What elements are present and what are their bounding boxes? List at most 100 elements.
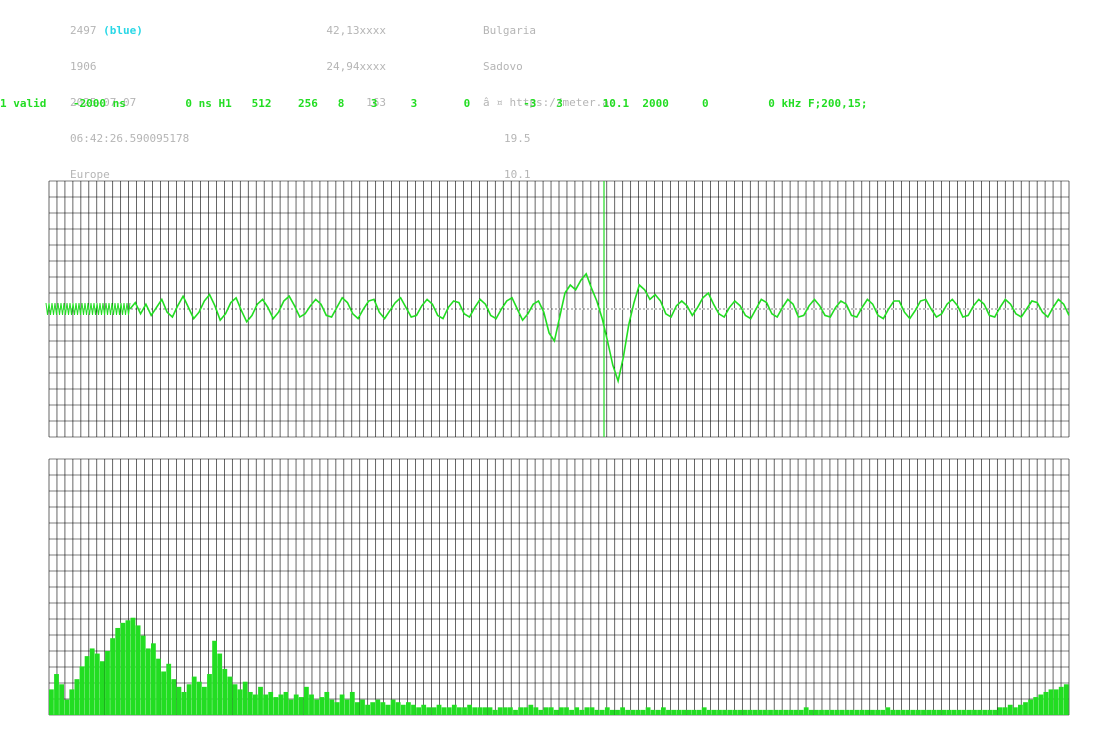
spectrum-bar <box>314 699 319 715</box>
spectrum-bar <box>400 704 406 715</box>
spectrum-bar <box>395 702 401 715</box>
spectrum-bar <box>814 709 819 715</box>
spectrum-bar <box>518 707 523 715</box>
spectrum-bar <box>696 709 702 715</box>
spectrum-bar <box>385 704 391 715</box>
spectrum-bar <box>54 674 59 715</box>
spectrum-bar <box>528 704 534 715</box>
spectrum-bar <box>181 691 187 715</box>
spectrum-bar <box>722 709 727 715</box>
spectrum-bar <box>426 707 432 715</box>
spectrum-bar <box>130 617 136 715</box>
spectrum-bar <box>701 707 707 715</box>
spectrum-bar <box>502 707 508 715</box>
spectrum-bar <box>569 709 574 715</box>
spectrum-bar <box>497 707 503 715</box>
spectrum-bar <box>263 694 268 715</box>
spectrum-bar <box>941 709 947 715</box>
spectrum-bar <box>946 709 952 715</box>
spectrum-bar <box>283 691 289 715</box>
spectrum-bar <box>732 709 738 715</box>
spectrum-bar <box>961 709 967 715</box>
spectrum-bar <box>972 709 977 715</box>
spectrum-bar <box>1007 704 1013 715</box>
spectrum-bar <box>390 699 396 715</box>
spectrum-bar <box>676 709 682 715</box>
spectrum-bar <box>482 707 488 715</box>
spectrum-bar <box>360 699 365 715</box>
spectrum-bar <box>273 697 279 715</box>
spectrum-bar <box>870 709 875 715</box>
spectrum-bar <box>757 709 763 715</box>
spectrum-bar <box>752 709 758 715</box>
spectrum-bar <box>533 707 539 715</box>
spectrum-bar <box>324 691 330 715</box>
spectrum-bar <box>258 686 263 715</box>
spectrum-bar <box>543 707 549 715</box>
spectrum-bar <box>477 707 483 715</box>
spectrum-bar <box>936 709 942 715</box>
spectrum-bar <box>706 709 712 715</box>
spectrum-bar <box>253 694 258 715</box>
spectrum-bar <box>1043 691 1049 715</box>
spectrum-bar <box>625 709 631 715</box>
spectrum-bar <box>610 709 615 715</box>
spectrum-bar <box>492 709 498 715</box>
spectrum-bar <box>1018 704 1023 715</box>
spectrum-bar <box>778 709 784 715</box>
spectrum-bar <box>671 709 676 715</box>
spectrum-bar <box>247 691 253 715</box>
spectrum-bar <box>742 709 748 715</box>
spectrum-bar <box>854 709 860 715</box>
spectrum-bar <box>1053 689 1059 715</box>
spectrum-bar <box>548 707 554 715</box>
spectrum-bar <box>900 709 906 715</box>
spectrum-bar <box>727 709 733 715</box>
spectrum-bar <box>145 648 151 715</box>
spectrum-bar <box>365 704 370 715</box>
spectrum-bar <box>222 668 228 715</box>
spectrum-bar <box>487 707 493 715</box>
spectrum-bar <box>355 702 360 715</box>
spectrum-bar <box>84 656 90 715</box>
spectrum-bar <box>380 702 386 715</box>
spectrum-bar <box>69 689 75 715</box>
spectrum-bar <box>309 694 314 715</box>
spectrum-bar <box>640 709 646 715</box>
spectrum-bar <box>553 709 559 715</box>
spectrum-bar <box>298 697 304 715</box>
spectrum-bar <box>186 684 192 715</box>
spectrum-bar <box>237 689 243 715</box>
spectrum-bar <box>232 684 238 715</box>
spectrum-bar <box>844 709 850 715</box>
spectrum-bar <box>987 709 993 715</box>
spectrum-bar <box>793 709 799 715</box>
spectrum-bar <box>905 709 911 715</box>
spectrum-bar <box>645 707 651 715</box>
spectrum-bar <box>196 681 202 715</box>
spectrum-bar <box>620 707 625 715</box>
spectrum-bar <box>895 709 901 715</box>
spectrum-bar <box>508 707 513 715</box>
spectrum-bar <box>931 709 937 715</box>
spectrum-bar <box>436 704 442 715</box>
spectrum-bar <box>808 709 814 715</box>
spectrum-bar <box>212 640 217 715</box>
spectrum-bar <box>712 709 717 715</box>
spectrum-bar <box>115 627 121 715</box>
waveform-chart <box>45 180 1070 716</box>
spectrum-bar <box>564 707 569 715</box>
spectrum-bar <box>926 709 931 715</box>
spectrum-bar <box>661 707 666 715</box>
spectrum-bar <box>650 709 656 715</box>
spectrum-bar <box>574 707 580 715</box>
spectrum-bar <box>584 707 590 715</box>
spectrum-bar <box>604 707 610 715</box>
spectrum-bar <box>997 707 1003 715</box>
spectrum-bar <box>89 648 95 715</box>
spectrum-bar <box>594 709 600 715</box>
spectrum-bar <box>763 709 768 715</box>
spectrum-bar <box>1002 707 1008 715</box>
spectrum-bar <box>599 709 605 715</box>
spectrum-bar <box>615 709 620 715</box>
